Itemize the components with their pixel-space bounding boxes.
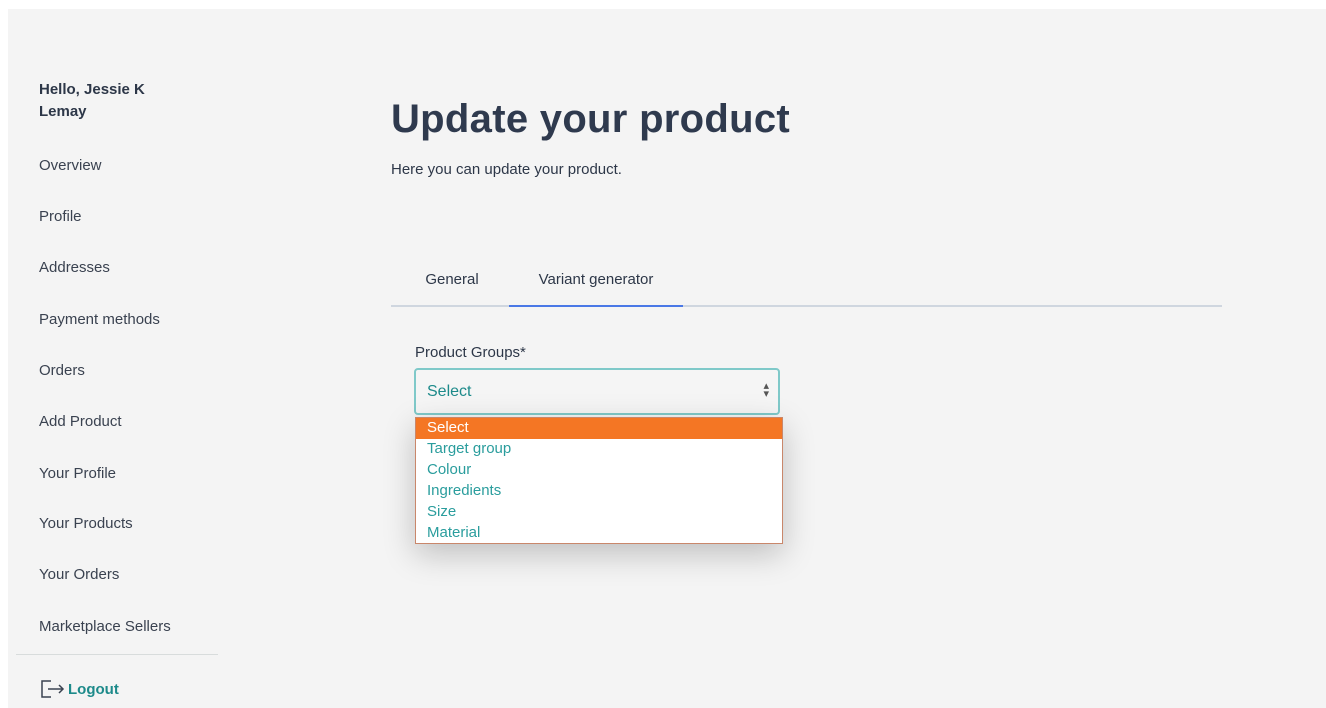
- dropdown-option-select[interactable]: Select: [416, 418, 782, 439]
- dropdown-option-colour[interactable]: Colour: [416, 460, 782, 481]
- dropdown-option-target-group[interactable]: Target group: [416, 439, 782, 460]
- sidebar-item-add-product[interactable]: Add Product: [39, 413, 122, 430]
- sidebar: Hello, Jessie K Lemay Overview Profile A…: [8, 9, 238, 708]
- product-groups-dropdown: Select Target group Colour Ingredients S…: [415, 417, 783, 544]
- sort-arrows-icon: ▴ ▾: [763, 380, 769, 400]
- tab-general[interactable]: General: [417, 262, 487, 305]
- dropdown-option-size[interactable]: Size: [416, 502, 782, 523]
- sidebar-item-your-profile[interactable]: Your Profile: [39, 465, 116, 482]
- product-groups-select[interactable]: Select ▴ ▾: [414, 368, 780, 415]
- user-greeting: Hello, Jessie K Lemay: [39, 81, 145, 120]
- dropdown-option-ingredients[interactable]: Ingredients: [416, 481, 782, 502]
- sidebar-item-profile[interactable]: Profile: [39, 208, 82, 225]
- page-title: Update your product: [391, 97, 791, 141]
- dropdown-option-material[interactable]: Material: [416, 523, 782, 544]
- sidebar-item-payment-methods[interactable]: Payment methods: [39, 311, 160, 328]
- sidebar-item-your-products[interactable]: Your Products: [39, 515, 133, 532]
- sidebar-item-marketplace-sellers[interactable]: Marketplace Sellers: [39, 618, 171, 635]
- sidebar-item-addresses[interactable]: Addresses: [39, 259, 110, 276]
- page-subtitle: Here you can update your product.: [391, 161, 622, 178]
- tab-bar: General Variant generator: [391, 262, 1222, 307]
- logout-icon: [39, 678, 66, 700]
- sidebar-divider: [16, 654, 218, 655]
- tab-variant-generator[interactable]: Variant generator: [509, 262, 683, 307]
- page-panel: Hello, Jessie K Lemay Overview Profile A…: [8, 9, 1326, 708]
- sidebar-item-orders[interactable]: Orders: [39, 362, 85, 379]
- logout-label: Logout: [68, 680, 119, 698]
- sidebar-item-your-orders[interactable]: Your Orders: [39, 566, 119, 583]
- product-groups-selected-value: Select: [427, 383, 472, 400]
- sidebar-item-overview[interactable]: Overview: [39, 157, 102, 174]
- product-groups-label: Product Groups*: [415, 344, 526, 361]
- logout-link[interactable]: Logout: [39, 678, 119, 700]
